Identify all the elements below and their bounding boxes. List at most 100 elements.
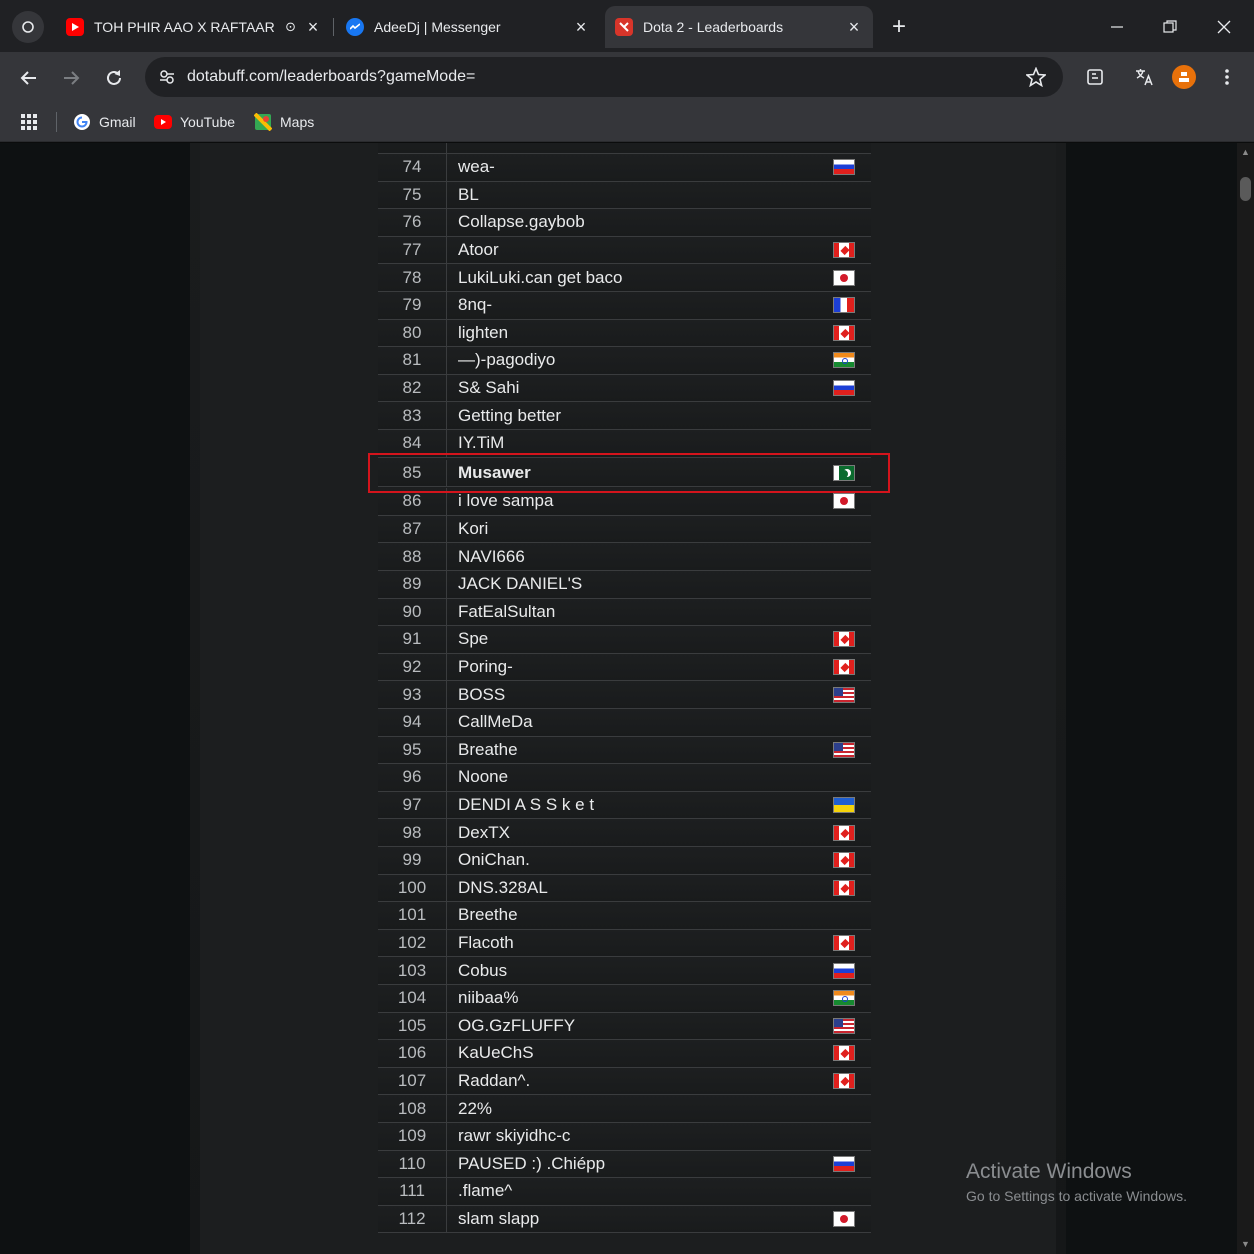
- player-name[interactable]: Raddan^.: [458, 1071, 871, 1091]
- leaderboard-row[interactable]: 85 Musawer: [378, 459, 871, 488]
- player-name[interactable]: 22%: [458, 1099, 871, 1119]
- player-name[interactable]: Spe: [458, 629, 871, 649]
- tab-messenger[interactable]: AdeeDj | Messenger ×: [336, 6, 600, 48]
- restore-button[interactable]: [1147, 8, 1193, 46]
- player-name[interactable]: rawr skiyidhc-c: [458, 1126, 871, 1146]
- player-name[interactable]: niibaa%: [458, 988, 871, 1008]
- leaderboard-row[interactable]: 80 lighten: [378, 319, 871, 348]
- leaderboard-row[interactable]: 101 Breethe: [378, 902, 871, 930]
- minimize-button[interactable]: [1094, 8, 1140, 46]
- player-name[interactable]: DNS.328AL: [458, 878, 871, 898]
- player-name[interactable]: KaUeChS: [458, 1043, 871, 1063]
- profile-avatar[interactable]: [1172, 65, 1196, 89]
- player-name[interactable]: slam slapp: [458, 1209, 871, 1229]
- tab-search-button[interactable]: [12, 11, 44, 43]
- reading-mode-button[interactable]: [1081, 63, 1109, 91]
- player-name[interactable]: NAVI666: [458, 547, 871, 567]
- scrollbar-thumb[interactable]: [1240, 177, 1251, 201]
- bookmark-youtube[interactable]: YouTube: [154, 110, 235, 134]
- player-name[interactable]: wea-: [458, 157, 871, 177]
- player-name[interactable]: Musawer: [458, 463, 871, 483]
- leaderboard-row[interactable]: 92 Poring-: [378, 653, 871, 682]
- player-name[interactable]: FatEalSultan: [458, 602, 871, 622]
- player-name[interactable]: Breathe: [458, 740, 871, 760]
- leaderboard-row[interactable]: 107 Raddan^.: [378, 1067, 871, 1096]
- tab-close-icon[interactable]: ×: [572, 17, 590, 37]
- leaderboard-row[interactable]: 75 BL: [378, 181, 871, 210]
- leaderboard-row[interactable]: 106 KaUeChS: [378, 1040, 871, 1068]
- player-name[interactable]: BOSS: [458, 685, 871, 705]
- leaderboard-row[interactable]: 94 CallMeDa: [378, 709, 871, 737]
- site-info-icon[interactable]: [157, 67, 177, 87]
- leaderboard-row[interactable]: 103 Cobus: [378, 957, 871, 985]
- leaderboard-row[interactable]: 91 Spe: [378, 626, 871, 654]
- leaderboard-row[interactable]: 78 LukiLuki.can get baco: [378, 264, 871, 292]
- player-name[interactable]: Breethe: [458, 905, 871, 925]
- leaderboard-row[interactable]: 95 Breathe: [378, 736, 871, 765]
- player-name[interactable]: —)-pagodiyo: [458, 350, 871, 370]
- player-name[interactable]: JACK DANIEL'S: [458, 574, 871, 594]
- player-name[interactable]: Getting better: [458, 406, 871, 426]
- player-name[interactable]: BL: [458, 185, 871, 205]
- player-name[interactable]: DexTX: [458, 823, 871, 843]
- player-name[interactable]: CallMeDa: [458, 712, 871, 732]
- leaderboard-row[interactable]: 88 NAVI666: [378, 543, 871, 571]
- leaderboard-row[interactable]: 96 Noone: [378, 764, 871, 792]
- player-name[interactable]: 8nq-: [458, 295, 871, 315]
- leaderboard-row[interactable]: 111 .flame^: [378, 1178, 871, 1206]
- player-name[interactable]: Collapse.gaybob: [458, 212, 871, 232]
- page-scrollbar[interactable]: ▲ ▼: [1237, 143, 1254, 1254]
- leaderboard-row[interactable]: 84 IY.TiM: [378, 430, 871, 458]
- leaderboard-row[interactable]: 98 DexTX: [378, 819, 871, 847]
- leaderboard-row[interactable]: 76 Collapse.gaybob: [378, 209, 871, 237]
- leaderboard-row[interactable]: 83 Getting better: [378, 402, 871, 430]
- player-name[interactable]: OniChan.: [458, 850, 871, 870]
- player-name[interactable]: .flame^: [458, 1181, 871, 1201]
- player-name[interactable]: DENDI A S S k e t: [458, 795, 871, 815]
- tab-close-icon[interactable]: ×: [304, 17, 322, 37]
- leaderboard-row[interactable]: 82 S& Sahi: [378, 374, 871, 403]
- player-name[interactable]: Cobus: [458, 961, 871, 981]
- translate-button[interactable]: [1130, 63, 1158, 91]
- player-name[interactable]: Poring-: [458, 657, 871, 677]
- leaderboard-row[interactable]: 105 OG.GzFLUFFY: [378, 1012, 871, 1041]
- leaderboard-row[interactable]: 81 —)-pagodiyo: [378, 347, 871, 375]
- player-name[interactable]: i love sampa: [458, 491, 871, 511]
- scroll-down-icon[interactable]: ▼: [1240, 1239, 1251, 1250]
- leaderboard-row[interactable]: 108 22%: [378, 1095, 871, 1123]
- media-playing-icon[interactable]: ⊙: [285, 19, 296, 35]
- leaderboard-row[interactable]: 79 8nq-: [378, 292, 871, 320]
- leaderboard-row[interactable]: 86 i love sampa: [378, 488, 871, 516]
- apps-button[interactable]: [20, 110, 38, 134]
- bookmark-maps[interactable]: Maps: [254, 110, 314, 134]
- new-tab-button[interactable]: +: [884, 12, 914, 42]
- leaderboard-row[interactable]: 77 Atoor: [378, 236, 871, 265]
- leaderboard-row[interactable]: 90 FatEalSultan: [378, 598, 871, 627]
- leaderboard-row[interactable]: 102 Flacoth: [378, 929, 871, 958]
- back-button[interactable]: [12, 61, 46, 95]
- tab-dotabuff[interactable]: Dota 2 - Leaderboards ×: [605, 6, 873, 48]
- scroll-up-icon[interactable]: ▲: [1240, 147, 1251, 158]
- address-bar[interactable]: dotabuff.com/leaderboards?gameMode=: [145, 57, 1063, 97]
- leaderboard-row[interactable]: 100 DNS.328AL: [378, 874, 871, 903]
- player-name[interactable]: Noone: [458, 767, 871, 787]
- tab-close-icon[interactable]: ×: [845, 17, 863, 37]
- bookmark-star-icon[interactable]: [1025, 66, 1047, 88]
- bookmark-gmail[interactable]: Gmail: [73, 110, 136, 134]
- forward-button[interactable]: [54, 61, 88, 95]
- leaderboard-row[interactable]: 89 JACK DANIEL'S: [378, 571, 871, 599]
- leaderboard-row[interactable]: 104 niibaa%: [378, 985, 871, 1013]
- player-name[interactable]: LukiLuki.can get baco: [458, 268, 871, 288]
- player-name[interactable]: PAUSED :) .Chiépp: [458, 1154, 871, 1174]
- leaderboard-row[interactable]: 109 rawr skiyidhc-c: [378, 1123, 871, 1151]
- player-name[interactable]: S& Sahi: [458, 378, 871, 398]
- reload-button[interactable]: [97, 61, 131, 95]
- leaderboard-row[interactable]: 93 BOSS: [378, 681, 871, 709]
- leaderboard-row[interactable]: 97 DENDI A S S k e t: [378, 791, 871, 820]
- close-window-button[interactable]: [1201, 8, 1247, 46]
- leaderboard-row[interactable]: 110 PAUSED :) .Chiépp: [378, 1150, 871, 1179]
- player-name[interactable]: lighten: [458, 323, 871, 343]
- player-name[interactable]: Kori: [458, 519, 871, 539]
- leaderboard-row[interactable]: 112 slam slapp: [378, 1205, 871, 1234]
- player-name[interactable]: Atoor: [458, 240, 871, 260]
